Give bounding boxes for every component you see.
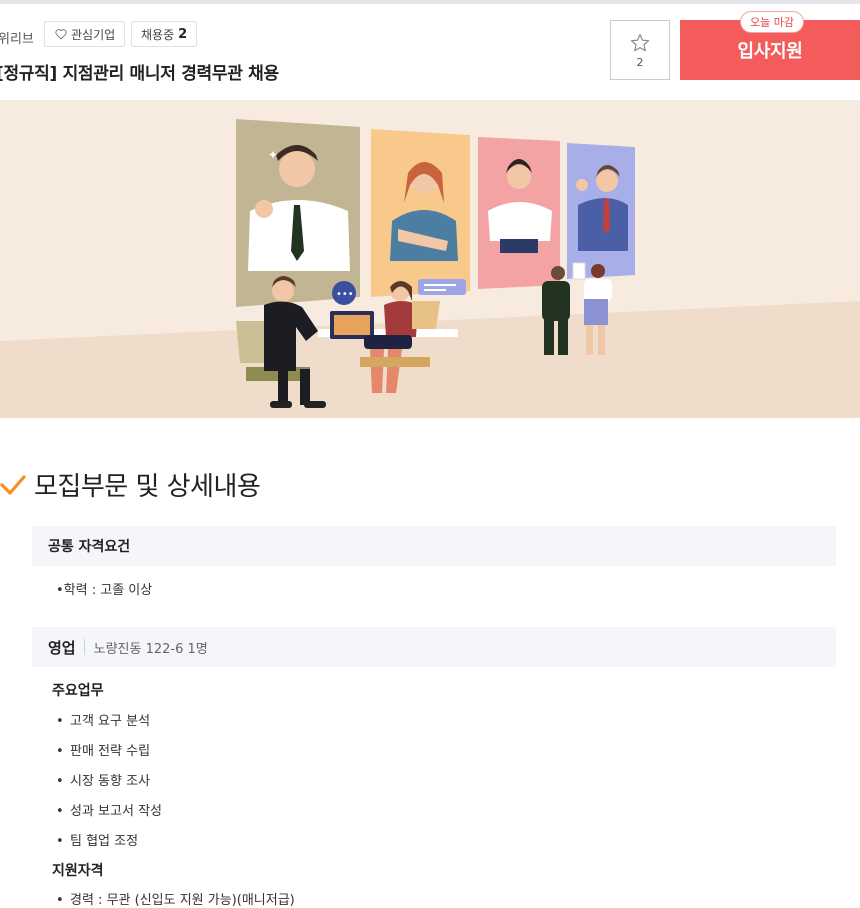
duty-item: • 성과 보고서 작성 [56,804,162,819]
qualification-heading: 지원자격 [52,863,104,879]
portrait-frame-4 [567,143,635,279]
company-name[interactable]: 위리브 [0,28,34,47]
duties-heading: 주요업무 [52,683,104,699]
qualification-item: • 경력 : 무관 (신입도 지원 가능)(매니저급) [56,893,295,908]
svg-text:✦: ✦ [268,148,278,162]
heart-icon [55,29,67,40]
deadline-badge: 오늘 마감 [740,11,804,33]
job-header: 위리브 관심기업 채용중 2 [정규직] 지점관리 매니저 경력무관 채용 2 … [0,4,860,101]
position-bar: 영업 노량진동 122-6 1명 [32,627,836,667]
common-requirements-heading: 공통 자격요건 [48,539,131,555]
section-heading: 모집부문 및 상세내용 [0,466,261,503]
favorite-company-button[interactable]: 관심기업 [44,21,126,47]
duty-item: • 판매 전략 수립 [56,744,151,759]
star-icon [630,33,650,51]
checkmark-icon [0,474,26,495]
hero-illustration: ✦ ••• [0,101,860,418]
hiring-count-button[interactable]: 채용중 2 [131,21,198,47]
svg-text:•••: ••• [336,289,354,300]
portrait-frame-2 [371,129,470,297]
job-title: [정규직] 지점관리 매니저 경력무관 채용 [0,64,279,84]
duty-item: • 팀 협업 조정 [56,834,139,849]
position-location: 노량진동 122-6 1명 [93,641,208,657]
hiring-label: 채용중 [141,27,175,42]
duty-item: • 시장 동향 조사 [56,774,151,789]
position-name: 영업 [48,638,76,657]
common-requirement-item: •학력 : 고졸 이상 [56,583,153,598]
scrap-button[interactable]: 2 [610,20,670,80]
portrait-frame-1: ✦ [236,119,360,307]
common-requirements-bar: 공통 자격요건 [32,526,836,566]
position-divider [83,639,85,655]
portrait-frame-3 [478,137,560,289]
hiring-count: 2 [178,26,188,42]
favorite-label: 관심기업 [71,27,116,42]
scrap-count: 2 [636,55,644,69]
duty-item: • 고객 요구 분석 [56,714,151,729]
section-title: 모집부문 및 상세내용 [34,472,261,502]
